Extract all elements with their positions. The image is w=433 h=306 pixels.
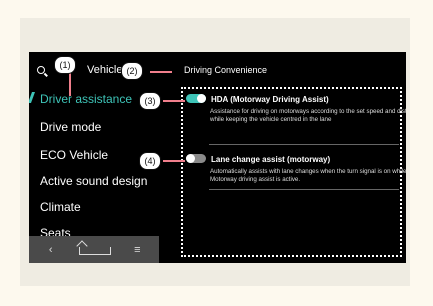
- lane-change-toggle[interactable]: [186, 154, 206, 163]
- menu-button[interactable]: ≡: [122, 244, 152, 256]
- bottom-nav-bar: ‹ ≡: [29, 236, 159, 263]
- divider: [209, 189, 399, 190]
- option-title: Lane change assist (motorway): [211, 155, 331, 164]
- divider: [209, 144, 399, 145]
- hda-toggle[interactable]: [186, 94, 206, 103]
- callout-2: (2): [121, 62, 143, 80]
- leader-line-4: [163, 160, 185, 162]
- search-header[interactable]: Vehicle: [37, 64, 122, 76]
- sidebar-item-eco-vehicle[interactable]: ECO Vehicle: [40, 148, 108, 162]
- toggle-knob: [186, 154, 195, 163]
- search-icon[interactable]: [37, 66, 45, 74]
- sidebar-item-drive-mode[interactable]: Drive mode: [40, 120, 101, 134]
- active-indicator: [29, 92, 36, 103]
- leader-line-2: [150, 71, 172, 73]
- infotainment-screen: Vehicle Driving Convenience Driver assis…: [29, 52, 406, 263]
- sidebar-item-driver-assistance[interactable]: Driver assistance: [40, 92, 132, 106]
- callout-1: (1): [54, 56, 76, 74]
- option-description: Automatically assists with lane changes …: [210, 168, 406, 183]
- callout-4: (4): [139, 152, 161, 170]
- back-button[interactable]: ‹: [36, 244, 66, 256]
- toggle-knob: [197, 94, 206, 103]
- search-text: Vehicle: [87, 64, 123, 76]
- sidebar-item-active-sound-design[interactable]: Active sound design: [40, 174, 147, 188]
- option-description: Assistance for driving on motorways acco…: [210, 108, 406, 123]
- home-button[interactable]: [78, 244, 111, 256]
- callout-3: (3): [139, 92, 161, 110]
- sidebar-item-climate[interactable]: Climate: [40, 200, 81, 214]
- leader-line-3: [163, 100, 185, 102]
- option-title: HDA (Motorway Driving Assist): [211, 95, 329, 104]
- home-icon: [78, 246, 111, 255]
- page-title: Driving Convenience: [184, 65, 268, 75]
